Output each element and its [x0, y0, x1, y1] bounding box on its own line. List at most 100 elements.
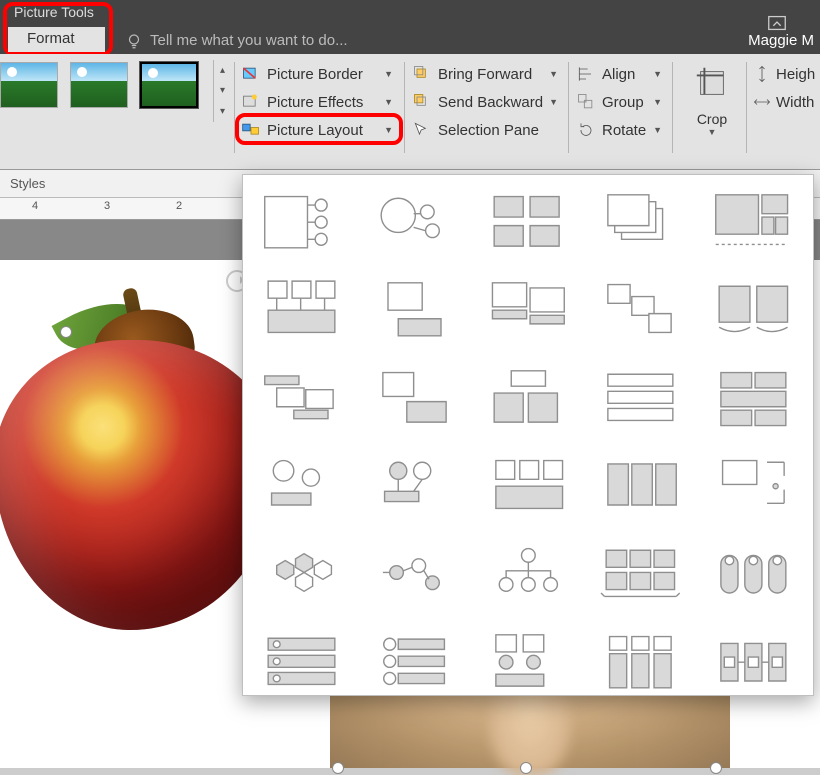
arrange-group: Bring Forward ▼ Send Backward ▼ Selectio…	[410, 60, 562, 144]
ribbon: ▴ ▾ ▾ Picture Border ▼ Picture Effects ▼…	[0, 54, 820, 170]
layout-option[interactable]	[475, 445, 582, 527]
highlight-picture-layout	[235, 113, 403, 145]
picture-border-label: Picture Border	[267, 66, 363, 83]
layout-option[interactable]	[700, 445, 807, 527]
bring-forward-label: Bring Forward	[438, 66, 532, 83]
chevron-down-icon[interactable]: ▼	[653, 125, 666, 135]
picture-style-1[interactable]	[0, 62, 58, 108]
title-bar: Picture Tools Format Tell me what you wa…	[0, 0, 820, 54]
align-label: Align	[602, 66, 635, 83]
layout-option[interactable]	[362, 181, 469, 263]
layout-option[interactable]	[249, 357, 356, 439]
group-icon	[576, 92, 596, 112]
ruler-mark: 3	[104, 200, 110, 212]
layout-option[interactable]	[475, 181, 582, 263]
chevron-down-icon[interactable]: ▼	[653, 69, 666, 79]
selection-pane-icon	[412, 120, 432, 140]
layout-option[interactable]	[475, 621, 582, 703]
picture-tools-title: Picture Tools	[14, 4, 94, 20]
chevron-down-icon[interactable]: ▼	[549, 97, 562, 107]
row-up-icon[interactable]: ▴	[217, 64, 229, 76]
lightbulb-icon	[125, 32, 143, 50]
styles-group-label: Styles	[10, 170, 45, 197]
layout-option[interactable]	[587, 621, 694, 703]
layout-option[interactable]	[700, 181, 807, 263]
align-group: Align ▼ Group ▼ Rotate ▼	[574, 60, 666, 144]
tab-format[interactable]: Format	[8, 27, 105, 52]
layout-option[interactable]	[587, 533, 694, 615]
collapse-ribbon-icon[interactable]	[766, 12, 788, 34]
rotate-label: Rotate	[602, 122, 646, 139]
chevron-down-icon[interactable]: ▼	[653, 97, 666, 107]
layout-option[interactable]	[362, 357, 469, 439]
selection-handle[interactable]	[520, 762, 532, 774]
selection-pane-label: Selection Pane	[438, 122, 539, 139]
layout-option[interactable]	[587, 269, 694, 351]
width-label: Width	[776, 94, 814, 111]
send-backward-label: Send Backward	[438, 94, 543, 111]
layout-option[interactable]	[362, 621, 469, 703]
align-button[interactable]: Align ▼	[574, 60, 666, 88]
layout-option[interactable]	[700, 621, 807, 703]
rotate-icon	[576, 120, 596, 140]
selection-handle[interactable]	[332, 762, 344, 774]
picture-effects-label: Picture Effects	[267, 94, 363, 111]
layout-option[interactable]	[700, 533, 807, 615]
bring-forward-icon	[412, 64, 432, 84]
tell-me-input[interactable]: Tell me what you want to do...	[150, 32, 348, 49]
layout-option[interactable]	[475, 533, 582, 615]
ruler-mark: 2	[176, 200, 182, 212]
selection-handle[interactable]	[60, 326, 72, 338]
picture-border-icon	[241, 64, 261, 84]
size-group: Heigh Width	[752, 60, 820, 116]
layout-option[interactable]	[700, 357, 807, 439]
chevron-down-icon[interactable]: ▼	[549, 69, 562, 79]
chevron-down-icon[interactable]: ▼	[384, 69, 397, 79]
picture-layout-gallery[interactable]	[242, 174, 814, 696]
group-button[interactable]: Group ▼	[574, 88, 666, 116]
user-name[interactable]: Maggie M	[748, 32, 814, 49]
row-down-icon[interactable]: ▾	[217, 85, 229, 97]
more-icon[interactable]: ▾	[217, 106, 229, 118]
group-label: Group	[602, 94, 644, 111]
crop-button[interactable]: Crop ▼	[683, 60, 741, 137]
height-icon	[752, 64, 772, 84]
selection-pane-button[interactable]: Selection Pane	[410, 116, 562, 144]
height-label: Heigh	[776, 66, 815, 83]
crop-label: Crop	[683, 111, 741, 127]
picture-styles-gallery[interactable]	[0, 62, 198, 108]
chevron-down-icon[interactable]: ▼	[384, 97, 397, 107]
layout-option[interactable]	[249, 533, 356, 615]
layout-option[interactable]	[249, 269, 356, 351]
layout-option[interactable]	[587, 357, 694, 439]
height-input[interactable]: Heigh	[752, 60, 820, 88]
layout-option[interactable]	[362, 533, 469, 615]
width-input[interactable]: Width	[752, 88, 820, 116]
chevron-down-icon[interactable]: ▼	[683, 127, 741, 137]
send-backward-icon	[412, 92, 432, 112]
layout-option[interactable]	[587, 445, 694, 527]
picture-styles-more[interactable]: ▴ ▾ ▾	[213, 60, 231, 122]
layout-option[interactable]	[700, 269, 807, 351]
picture-effects-button[interactable]: Picture Effects ▼	[239, 88, 397, 116]
picture-effects-icon	[241, 92, 261, 112]
picture-style-3-selected[interactable]	[140, 62, 198, 108]
bring-forward-button[interactable]: Bring Forward ▼	[410, 60, 562, 88]
picture-style-2[interactable]	[70, 62, 128, 108]
layout-option[interactable]	[362, 445, 469, 527]
layout-option[interactable]	[362, 269, 469, 351]
rotate-button[interactable]: Rotate ▼	[574, 116, 666, 144]
layout-option[interactable]	[249, 181, 356, 263]
crop-icon	[693, 64, 731, 102]
selection-handle[interactable]	[710, 762, 722, 774]
layout-option[interactable]	[249, 445, 356, 527]
layout-option[interactable]	[475, 269, 582, 351]
picture-border-button[interactable]: Picture Border ▼	[239, 60, 397, 88]
align-icon	[576, 64, 596, 84]
layout-option[interactable]	[475, 357, 582, 439]
width-icon	[752, 92, 772, 112]
layout-option[interactable]	[249, 621, 356, 703]
send-backward-button[interactable]: Send Backward ▼	[410, 88, 562, 116]
ruler-mark: 4	[32, 200, 38, 212]
layout-option[interactable]	[587, 181, 694, 263]
